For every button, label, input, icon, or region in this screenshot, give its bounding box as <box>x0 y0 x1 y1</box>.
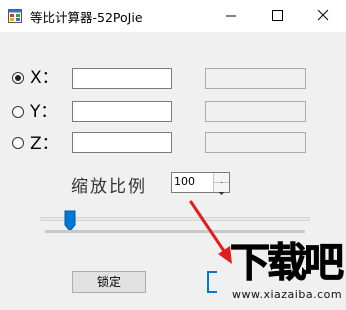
title-bar[interactable]: 等比计算器-52PoJie <box>0 0 346 32</box>
watermark-url: www.xiazaiba.com <box>232 288 343 301</box>
scale-slider-track[interactable] <box>40 217 310 221</box>
radio-z[interactable] <box>12 137 24 149</box>
chevron-down-icon <box>218 192 225 195</box>
label-y: Y： <box>30 102 58 122</box>
input-x[interactable] <box>72 68 172 89</box>
partial-button[interactable] <box>207 271 217 293</box>
watermark-brand: 下载吧 <box>230 240 345 287</box>
calculator-app-icon <box>8 9 22 23</box>
stepper-buttons <box>213 173 229 195</box>
radio-x[interactable] <box>12 72 24 84</box>
maximize-icon <box>272 10 283 21</box>
label-x: X： <box>30 68 59 88</box>
app-window: 等比计算器-52PoJie X： Y： Z： 缩放比例 100 锁定 下载吧 w… <box>0 0 346 310</box>
input-y[interactable] <box>72 101 172 122</box>
input-z[interactable] <box>72 132 172 153</box>
window-title: 等比计算器-52PoJie <box>30 10 143 25</box>
scale-stepper[interactable]: 100 <box>171 172 230 195</box>
radio-y[interactable] <box>12 106 24 118</box>
minimize-button[interactable] <box>208 0 254 32</box>
separator-line <box>45 230 305 233</box>
scale-value[interactable]: 100 <box>174 175 195 188</box>
result-x[interactable] <box>205 68 306 89</box>
close-button[interactable] <box>300 0 346 32</box>
scale-label: 缩放比例 <box>71 177 147 197</box>
stepper-up-button[interactable] <box>214 173 229 185</box>
result-y[interactable] <box>205 101 306 122</box>
label-z: Z： <box>30 134 59 154</box>
stepper-down-button[interactable] <box>214 183 229 195</box>
close-icon <box>317 9 329 21</box>
result-z[interactable] <box>205 132 306 153</box>
scale-slider-thumb[interactable] <box>64 210 76 232</box>
minimize-icon <box>226 15 236 17</box>
maximize-button[interactable] <box>254 0 300 32</box>
watermark: 下载吧 www.xiazaiba.com <box>228 238 346 310</box>
lock-button[interactable]: 锁定 <box>72 271 146 293</box>
